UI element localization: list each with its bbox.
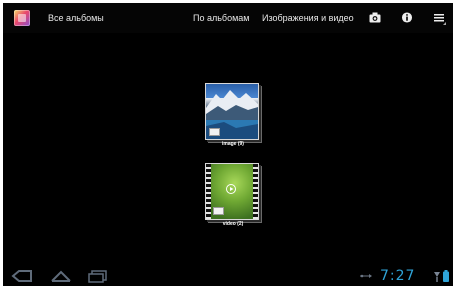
album-label: image (9) xyxy=(222,141,244,147)
recent-apps-icon[interactable] xyxy=(87,269,109,283)
album-thumbnail-image[interactable] xyxy=(205,83,259,140)
system-bar: 7:27 xyxy=(3,265,453,286)
back-icon[interactable] xyxy=(11,269,33,283)
album-badge-icon xyxy=(213,207,224,215)
tab-by-albums[interactable]: По альбомам xyxy=(193,13,249,23)
album-badge-icon xyxy=(209,128,220,136)
usb-icon xyxy=(360,274,372,278)
home-icon[interactable] xyxy=(50,269,72,283)
filmstrip-right xyxy=(253,164,258,219)
battery-icon xyxy=(443,270,449,282)
play-icon xyxy=(226,184,236,194)
gallery-screen: Все альбомы По альбомам Изображения и ви… xyxy=(3,3,453,286)
info-icon[interactable] xyxy=(401,12,413,23)
tab-images-and-videos[interactable]: Изображения и видео xyxy=(262,13,354,23)
camera-icon[interactable] xyxy=(369,12,381,23)
gallery-app-icon[interactable] xyxy=(14,10,30,26)
action-bar: Все альбомы По альбомам Изображения и ви… xyxy=(3,3,453,33)
page-title: Все альбомы xyxy=(48,13,104,23)
album-label: video (2) xyxy=(222,221,244,227)
album-thumbnail-video[interactable] xyxy=(205,163,259,220)
overflow-menu-icon[interactable] xyxy=(434,13,446,25)
filmstrip-left xyxy=(206,164,211,219)
clock: 7:27 xyxy=(380,268,416,284)
signal-icon xyxy=(434,272,440,282)
